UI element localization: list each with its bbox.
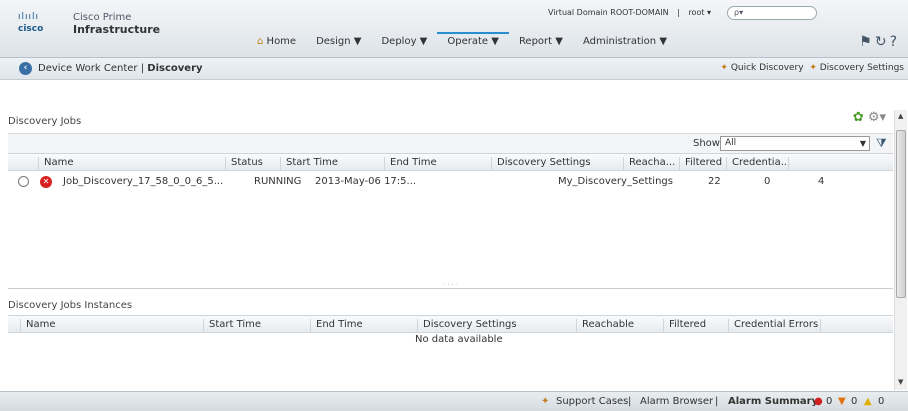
critical-alarm-icon: ● [814, 396, 823, 407]
col-discovery-settings[interactable]: Discovery Settings [491, 157, 591, 171]
quick-discovery-link[interactable]: Quick Discovery [731, 63, 804, 73]
cell-name[interactable]: Job_Discovery_17_58_0_0_6_5... [63, 176, 223, 187]
support-cases-icon: ✦ [541, 396, 550, 407]
col-reachable[interactable]: Reacha... [623, 157, 675, 171]
run-icon[interactable]: ✿ [853, 110, 864, 125]
chevron-down-icon: ▼ [859, 139, 866, 148]
nav-home-label: Home [266, 36, 297, 47]
jobs-table-header: Name Status Start Time End Time Discover… [8, 153, 893, 171]
minor-alarm-icon: ▲ [864, 396, 872, 407]
critical-count[interactable]: 0 [826, 396, 832, 407]
virtual-domain-link[interactable]: Virtual Domain ROOT-DOMAIN [548, 8, 669, 17]
col-start-time[interactable]: Start Time [280, 157, 338, 171]
gear-icon[interactable]: ⚙▾ [868, 110, 886, 125]
vertical-scrollbar[interactable]: ▲ ▼ [894, 110, 907, 390]
show-select-value: All [725, 138, 737, 148]
main-nav: ⌂ Home Design ▼ Deploy ▼ Operate ▼ Repor… [247, 32, 677, 47]
help-icon[interactable]: ? [890, 34, 900, 50]
status-bar: ✦ Support Cases | Alarm Browser | Alarm … [0, 391, 908, 411]
header-icons: ⚑↻? [859, 34, 900, 50]
cell-reachable: 22 [708, 176, 721, 187]
minor-count[interactable]: 0 [878, 396, 884, 407]
nav-home[interactable]: ⌂ Home [247, 36, 306, 47]
breadcrumb-text: Device Work Center | Discovery [38, 63, 203, 74]
nav-report[interactable]: Report ▼ [509, 36, 573, 47]
topbar-separator: | [677, 8, 680, 17]
cell-filtered: 0 [764, 176, 771, 187]
product-name-line1: Cisco Prime [73, 12, 132, 23]
col-credential[interactable]: Credentia... [726, 157, 790, 171]
error-icon: ✕ [40, 176, 52, 188]
cisco-bars: ılıılı [18, 12, 40, 22]
nav-administration[interactable]: Administration ▼ [573, 36, 677, 47]
nav-design[interactable]: Design ▼ [306, 36, 371, 47]
nav-operate[interactable]: Operate ▼ [437, 32, 509, 47]
no-data-message: No data available [415, 334, 503, 345]
refresh-icon[interactable]: ↻ [875, 34, 890, 50]
cell-status: RUNNING [254, 176, 302, 187]
instances-table-header: Name Start Time End Time Discovery Setti… [8, 315, 893, 333]
discovery-jobs-title: Discovery Jobs [8, 116, 82, 127]
product-name-line2: Infrastructure [73, 23, 161, 36]
search-input[interactable]: ρ▾ [727, 6, 817, 20]
breadcrumb-actions: ✦ Quick Discovery ✦ Discovery Settings [720, 63, 904, 73]
alarm-summary-label[interactable]: Alarm Summary [728, 396, 818, 407]
filter-icon[interactable]: ⧩ [876, 136, 887, 151]
user-menu[interactable]: root ▾ [688, 8, 711, 17]
row-radio[interactable] [18, 176, 29, 187]
nav-deploy[interactable]: Deploy ▼ [371, 36, 437, 47]
breadcrumb-parent[interactable]: Device Work Center [38, 63, 138, 74]
scroll-thumb[interactable] [896, 130, 906, 298]
inst-col-start-time[interactable]: Start Time [203, 319, 261, 333]
alarm-browser-link[interactable]: Alarm Browser [640, 396, 713, 407]
support-cases-link[interactable]: Support Cases [556, 396, 628, 407]
jobs-toolbar: ✿ ⚙▾ [853, 110, 886, 125]
inst-col-reachable[interactable]: Reachable [576, 319, 634, 333]
table-row[interactable]: ✕ Job_Discovery_17_58_0_0_6_5... RUNNING… [8, 174, 893, 190]
inst-col-end-time[interactable]: End Time [310, 319, 363, 333]
quick-discovery-icon: ✦ [720, 63, 728, 73]
home-icon: ⌂ [257, 36, 264, 47]
pane-splitter[interactable]: · · · · [8, 283, 893, 289]
cell-settings: My_Discovery_Settings [558, 176, 673, 187]
cell-credential: 4 [818, 176, 825, 187]
breadcrumb: ‹ Device Work Center | Discovery ✦ Quick… [0, 58, 908, 80]
inst-col-discovery-settings[interactable]: Discovery Settings [417, 319, 517, 333]
breadcrumb-separator: | [140, 63, 145, 74]
show-bar: Show All ▼ ⧩ [8, 133, 893, 153]
inst-col-credential-errors[interactable]: Credential Errors [728, 319, 818, 333]
cell-start-time: 2013-May-06 17:5... [315, 176, 417, 187]
show-label: Show [693, 138, 720, 149]
app-header: ılıılı cisco Cisco Prime Infrastructure … [0, 0, 908, 58]
breadcrumb-current: Discovery [147, 63, 203, 74]
major-count[interactable]: 0 [851, 396, 857, 407]
cisco-wordmark: cisco [18, 24, 44, 34]
major-alarm-icon: ▼ [838, 396, 846, 407]
discovery-settings-icon: ✦ [809, 63, 817, 73]
instances-title: Discovery Jobs Instances [8, 300, 133, 311]
col-filtered[interactable]: Filtered [679, 157, 722, 171]
show-select[interactable]: All ▼ [720, 136, 870, 151]
inst-col-name[interactable]: Name [20, 319, 56, 333]
inst-col-extra [820, 319, 826, 333]
top-bar: Virtual Domain ROOT-DOMAIN | root ▾ [548, 8, 717, 17]
col-end-time[interactable]: End Time [384, 157, 437, 171]
col-extra [788, 157, 794, 171]
scroll-down-icon[interactable]: ▼ [898, 378, 903, 386]
col-status[interactable]: Status [225, 157, 263, 171]
cisco-logo: ılıılı cisco Cisco Prime Infrastructure [18, 12, 160, 36]
footer-separator-2: | [715, 396, 719, 407]
col-name[interactable]: Name [38, 157, 74, 171]
back-icon[interactable]: ‹ [19, 62, 32, 75]
discovery-settings-link[interactable]: Discovery Settings [820, 63, 904, 73]
scroll-up-icon[interactable]: ▲ [898, 112, 903, 120]
flag-icon[interactable]: ⚑ [859, 34, 875, 50]
inst-col-filtered[interactable]: Filtered [663, 319, 706, 333]
footer-separator-1: | [628, 396, 632, 407]
